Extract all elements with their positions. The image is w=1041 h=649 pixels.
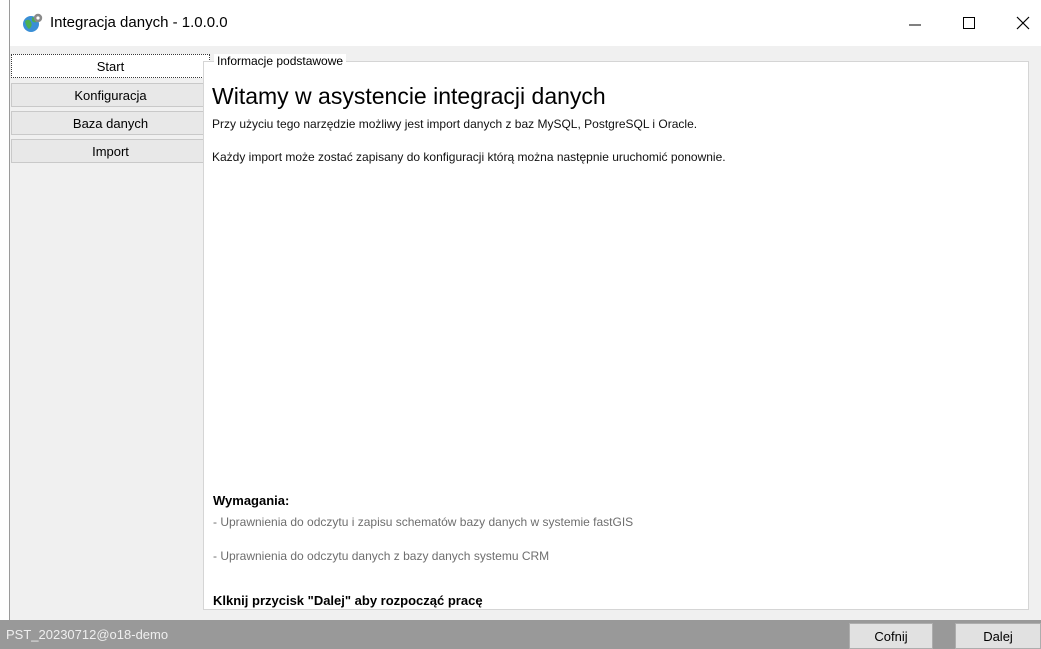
next-button-label: Dalej [983,628,1013,644]
maximize-icon [963,17,975,29]
requirement-item: - Uprawnienia do odczytu danych z bazy d… [213,549,550,563]
requirement-item: - Uprawnienia do odczytu i zapisu schema… [213,515,634,529]
connection-status: PST_20230712@o18-demo [6,627,169,642]
maximize-button[interactable] [942,0,996,46]
next-button[interactable]: Dalej [955,623,1041,649]
minimize-icon [909,24,921,26]
nav-item-label: Konfiguracja [74,87,147,103]
call-to-action: Klknij przycisk "Dalej" aby rozpocząć pr… [213,593,483,608]
intro-paragraph: Przy użyciu tego narzędzie możliwy jest … [212,117,698,131]
title-bar[interactable]: Integracja danych - 1.0.0.0 [10,0,1041,46]
sidebar-nav: Start Konfiguracja Baza danych Import [10,54,211,605]
nav-item-konfiguracja[interactable]: Konfiguracja [11,83,210,107]
nav-item-label: Import [92,143,129,159]
nav-item-label: Baza danych [72,115,149,131]
requirements-title: Wymagania: [213,493,290,508]
close-button[interactable] [996,0,1041,46]
nav-item-import[interactable]: Import [11,139,210,163]
back-button-label: Cofnij [874,628,908,644]
intro-paragraph: Każdy import może zostać zapisany do kon… [212,150,726,164]
window-title: Integracja danych - 1.0.0.0 [50,14,228,31]
page-title: Witamy w asystencie integracji danych [212,83,606,109]
minimize-button[interactable] [888,0,942,46]
globe-gear-icon [22,12,44,34]
close-icon [1016,16,1030,30]
groupbox-label: Informacje podstawowe [214,54,347,68]
nav-item-baza-danych[interactable]: Baza danych [11,111,210,135]
back-button[interactable]: Cofnij [849,623,933,649]
nav-item-start[interactable]: Start [11,54,210,78]
nav-item-label: Start [96,58,125,74]
